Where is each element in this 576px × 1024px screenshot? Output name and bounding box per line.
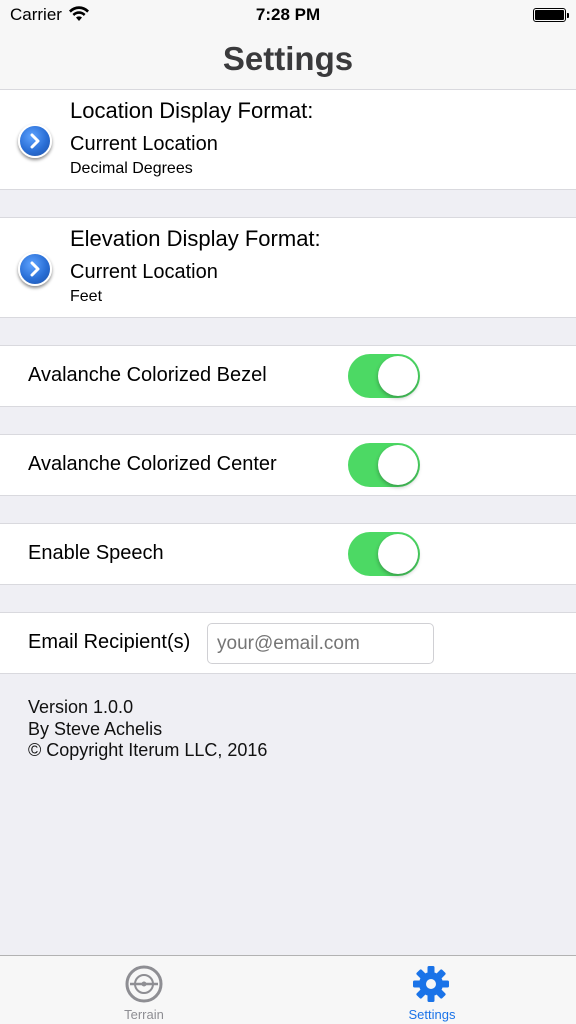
battery-icon	[533, 8, 569, 22]
elevation-format-cell[interactable]: Elevation Display Format: Current Locati…	[0, 217, 576, 318]
location-format-cell[interactable]: Location Display Format: Current Locatio…	[0, 89, 576, 190]
chevron-right-icon[interactable]	[18, 252, 52, 286]
author-text: By Steve Achelis	[28, 718, 163, 739]
location-format-value: Current Location	[70, 133, 218, 155]
tab-settings-label: Settings	[408, 1007, 456, 1022]
chevron-right-icon[interactable]	[18, 124, 52, 158]
enable-speech-label: Enable Speech	[28, 542, 164, 564]
colorized-bezel-label: Avalanche Colorized Bezel	[28, 364, 267, 386]
colorized-bezel-switch[interactable]	[348, 354, 420, 398]
terrain-icon	[125, 965, 163, 1003]
colorized-bezel-row: Avalanche Colorized Bezel	[0, 345, 576, 407]
enable-speech-switch[interactable]	[348, 532, 420, 576]
email-field[interactable]	[207, 623, 434, 664]
elevation-format-detail: Feet	[70, 288, 103, 305]
status-bar: Carrier 7:28 PM	[0, 0, 576, 30]
tab-terrain-label: Terrain	[124, 1007, 164, 1022]
page-title: Settings	[222, 40, 354, 77]
tab-terrain[interactable]: Terrain	[0, 956, 288, 1024]
about-info: Version 1.0.0 By Steve Achelis © Copyrig…	[28, 697, 267, 762]
settings-screen: Carrier 7:28 PM Settings Location Displa…	[0, 0, 576, 1024]
colorized-center-switch[interactable]	[348, 443, 420, 487]
location-format-detail: Decimal Degrees	[70, 160, 193, 177]
colorized-center-label: Avalanche Colorized Center	[28, 453, 277, 475]
clock: 7:28 PM	[255, 5, 321, 24]
email-label: Email Recipient(s)	[28, 631, 191, 653]
version-text: Version 1.0.0	[28, 697, 134, 717]
email-row: Email Recipient(s)	[0, 612, 576, 674]
navigation-bar: Settings	[0, 30, 576, 90]
tab-bar: Terrain Settings	[0, 955, 576, 1024]
elevation-format-value: Current Location	[70, 261, 218, 283]
gear-icon	[413, 966, 449, 1002]
elevation-format-title: Elevation Display Format:	[70, 226, 321, 251]
tab-settings[interactable]: Settings	[288, 956, 576, 1024]
location-format-title: Location Display Format:	[70, 98, 314, 123]
colorized-center-row: Avalanche Colorized Center	[0, 434, 576, 496]
copyright-text: © Copyright Iterum LLC, 2016	[28, 740, 268, 760]
enable-speech-row: Enable Speech	[0, 523, 576, 585]
